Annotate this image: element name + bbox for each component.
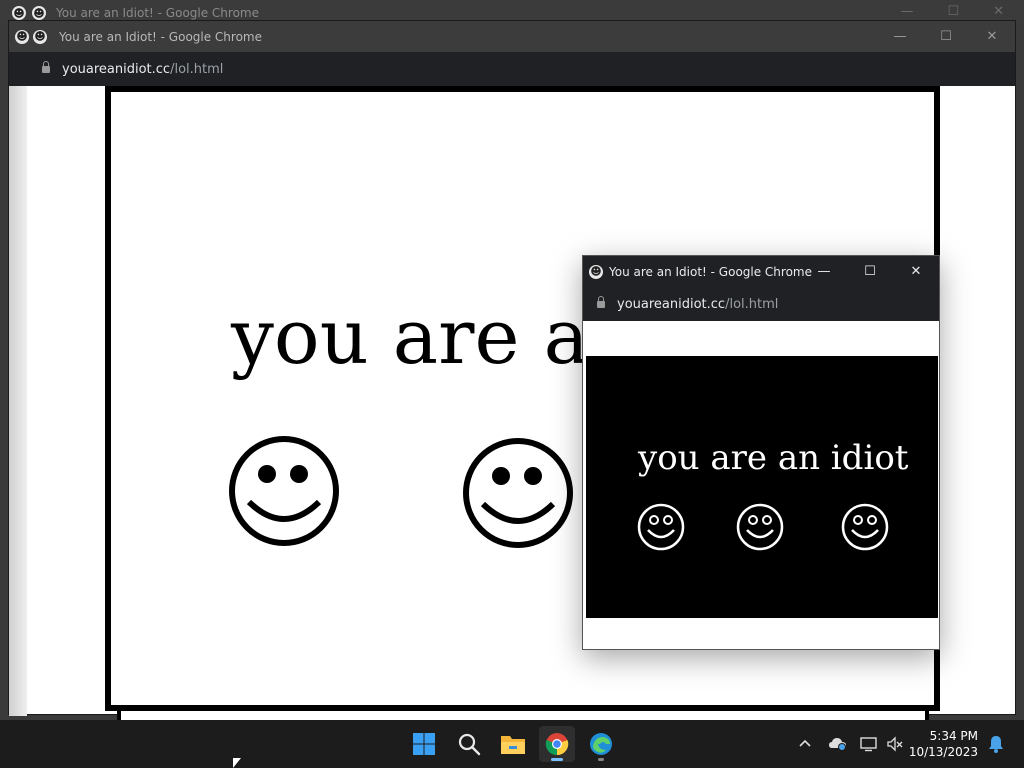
popup-titlebar[interactable]: ☻ You are an Idiot! - Google Chrome — ☐ … — [583, 256, 939, 287]
popup-close-button[interactable]: ✕ — [893, 256, 939, 287]
display-tray-button[interactable] — [860, 720, 878, 768]
smiley-face-icon — [463, 438, 573, 548]
maximize-icon[interactable]: ☐ — [947, 4, 959, 19]
url-host: youareanidiot.cc — [62, 61, 171, 77]
url-path: /lol.html — [170, 61, 224, 77]
bell-icon — [989, 736, 1003, 753]
smiley-face-icon — [229, 436, 339, 546]
taskbar-clock[interactable]: 5:34 PM 10/13/2023 — [909, 728, 978, 760]
file-explorer-icon — [501, 736, 525, 754]
window-edge — [9, 86, 27, 716]
lock-icon[interactable] — [42, 60, 50, 73]
monitor-icon — [860, 737, 877, 752]
onedrive-tray-button[interactable] — [828, 720, 848, 768]
background-window-title: You are an Idiot! - Google Chrome — [56, 6, 259, 20]
cloud-icon — [829, 738, 846, 751]
popup-chrome-window: ☻ You are an Idiot! - Google Chrome — ☐ … — [582, 255, 940, 650]
notifications-button[interactable] — [988, 720, 1004, 768]
search-button[interactable] — [451, 726, 487, 762]
chrome-taskbar-button[interactable] — [539, 726, 575, 762]
minimize-icon[interactable]: — — [900, 4, 913, 19]
minimize-button[interactable]: — — [877, 21, 923, 52]
popup-url-host: youareanidiot.cc — [617, 296, 726, 312]
search-icon — [458, 733, 481, 756]
taskbar: 5:34 PM 10/13/2023 — [0, 720, 1024, 768]
smiley-favicon-icon: ☻ — [15, 29, 29, 44]
lock-icon[interactable] — [597, 295, 605, 308]
popup-main-text: you are an idiot — [638, 438, 909, 478]
windows-start-icon — [413, 733, 435, 755]
smiley-favicon-icon: ☻ — [12, 6, 26, 20]
popup-url-path: /lol.html — [725, 296, 779, 312]
smiley-face-icon — [841, 503, 889, 551]
maximize-button[interactable]: ☐ — [923, 21, 969, 52]
smiley-favicon-icon: ☻ — [33, 29, 47, 44]
chrome-icon — [545, 733, 569, 756]
popup-address-bar[interactable]: youareanidiot.cc/lol.html — [583, 287, 939, 321]
popup-maximize-button[interactable]: ☐ — [847, 256, 893, 287]
close-icon[interactable]: ✕ — [993, 4, 1004, 19]
smiley-favicon-icon: ☻ — [589, 264, 603, 279]
clock-time: 5:34 PM — [929, 729, 978, 743]
tray-overflow-button[interactable] — [798, 720, 812, 768]
volume-muted-icon — [887, 736, 903, 752]
close-button[interactable]: ✕ — [969, 21, 1015, 52]
smiley-face-icon — [637, 503, 685, 551]
smiley-favicon-icon: ☻ — [32, 6, 46, 20]
chevron-up-icon — [799, 739, 811, 747]
popup-minimize-button[interactable]: — — [801, 256, 847, 287]
smiley-face-icon — [736, 503, 784, 551]
window-title: You are an Idiot! - Google Chrome — [59, 29, 262, 44]
edge-taskbar-button[interactable] — [583, 726, 619, 762]
mouse-cursor-icon — [233, 758, 241, 768]
volume-tray-button[interactable] — [886, 720, 904, 768]
popup-title: You are an Idiot! - Google Chrome — [609, 264, 812, 279]
file-explorer-button[interactable] — [495, 726, 531, 762]
active-indicator — [551, 758, 563, 761]
background-window-content — [117, 711, 929, 720]
popup-page-content: you are an idiot — [586, 356, 938, 618]
address-bar[interactable]: youareanidiot.cc/lol.html — [9, 52, 1015, 86]
start-button[interactable] — [406, 726, 442, 762]
edge-icon — [590, 733, 612, 755]
clock-date: 10/13/2023 — [908, 745, 978, 759]
running-indicator — [598, 758, 604, 761]
desktop: ☻ ☻ You are an Idiot! - Google Chrome — … — [0, 0, 1024, 720]
window-titlebar[interactable]: ☻ ☻ You are an Idiot! - Google Chrome — … — [9, 21, 1015, 52]
